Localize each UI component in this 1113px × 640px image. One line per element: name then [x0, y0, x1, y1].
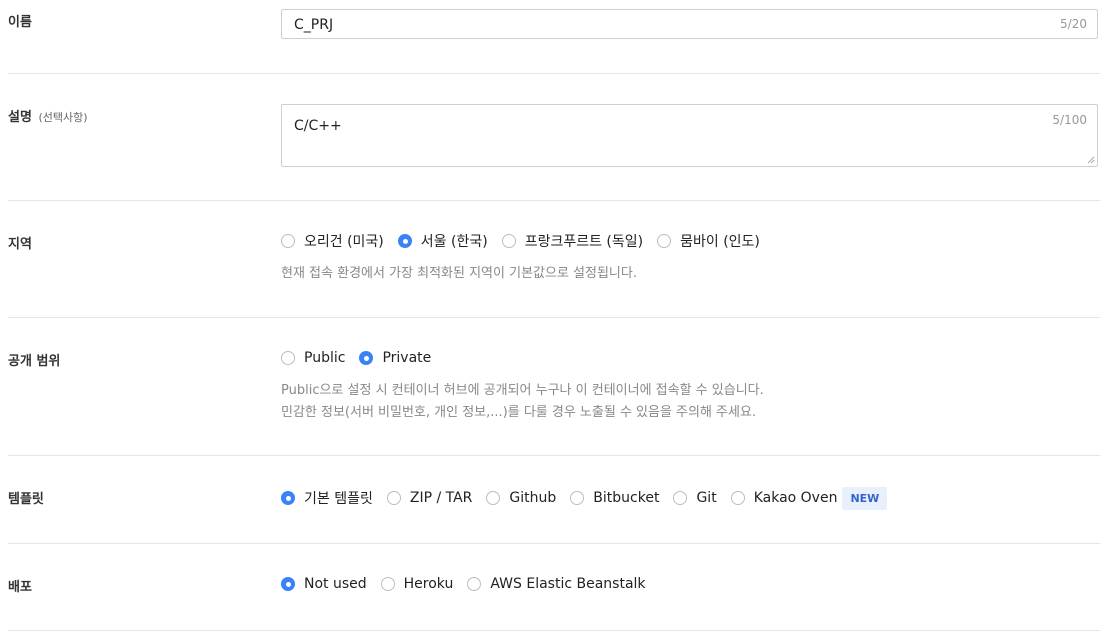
radio-unchecked-icon[interactable]: [673, 491, 688, 505]
description-textarea[interactable]: C/C++ 5/100: [281, 104, 1098, 167]
name-row: 이름 C_PRJ 5/20: [8, 0, 1100, 74]
deploy-option-label: Not used: [304, 576, 367, 592]
description-label-text: 설명: [8, 110, 32, 125]
template-option-label: Git: [696, 490, 717, 506]
description-value: C/C++: [294, 118, 342, 134]
deploy-radio-group: Not used Heroku AWS Elastic Beanstalk: [281, 573, 660, 595]
region-option-label: 뭄바이 (인도): [680, 234, 760, 250]
template-option-label: 기본 템플릿: [304, 491, 373, 507]
region-radio-group: 오리건 (미국) 서울 (한국) 프랑크푸르트 (독일) 뭄바이 (인도): [281, 230, 774, 252]
template-row: 템플릿 기본 템플릿 ZIP / TAR Github Bitbucket Gi…: [8, 456, 1100, 544]
deploy-option-not-used[interactable]: Not used: [281, 576, 367, 592]
region-row: 지역 오리건 (미국) 서울 (한국) 프랑크푸르트 (독일) 뭄바이 (인도)…: [8, 201, 1100, 318]
description-optional-tag: (선택사항): [38, 111, 88, 124]
region-label: 지역: [8, 237, 32, 252]
resize-handle-icon[interactable]: [1087, 156, 1095, 164]
region-option-frankfurt[interactable]: 프랑크푸르트 (독일): [501, 231, 644, 251]
visibility-option-public[interactable]: Public: [281, 350, 345, 366]
radio-unchecked-icon[interactable]: [467, 577, 482, 591]
radio-unchecked-icon[interactable]: [730, 491, 745, 505]
visibility-help-line-2: 민감한 정보(서버 비밀번호, 개인 정보,...)를 다룰 경우 노출될 수 …: [281, 405, 757, 420]
radio-unchecked-icon[interactable]: [281, 234, 295, 248]
template-option-kakao-oven[interactable]: Kakao Oven: [730, 490, 838, 506]
region-option-oregon[interactable]: 오리건 (미국): [281, 231, 384, 251]
visibility-label: 공개 범위: [8, 354, 61, 369]
region-option-seoul[interactable]: 서울 (한국): [397, 231, 488, 251]
name-input-value: C_PRJ: [294, 17, 334, 33]
radio-unchecked-icon[interactable]: [570, 491, 585, 505]
template-option-bitbucket[interactable]: Bitbucket: [570, 490, 659, 506]
template-label: 템플릿: [8, 492, 44, 507]
deploy-label: 배포: [8, 580, 32, 595]
description-char-counter: 5/100: [1052, 113, 1087, 127]
name-label: 이름: [8, 15, 32, 30]
visibility-option-private[interactable]: Private: [359, 350, 431, 366]
template-option-label: Github: [509, 490, 557, 506]
template-option-git[interactable]: Git: [673, 490, 717, 506]
name-input[interactable]: C_PRJ 5/20: [281, 9, 1098, 39]
description-label: 설명 (선택사항): [8, 106, 88, 125]
new-badge: NEW: [842, 486, 888, 510]
deploy-option-aws-beanstalk[interactable]: AWS Elastic Beanstalk: [467, 576, 646, 592]
deploy-option-heroku[interactable]: Heroku: [380, 576, 454, 592]
radio-unchecked-icon[interactable]: [486, 491, 501, 505]
radio-unchecked-icon[interactable]: [501, 234, 516, 248]
visibility-help-line-1: Public으로 설정 시 컨테이너 허브에 공개되어 누구나 이 컨테이너에 …: [281, 383, 764, 398]
deploy-row: 배포 Not used Heroku AWS Elastic Beanstalk: [8, 544, 1100, 631]
template-option-label: ZIP / TAR: [409, 490, 473, 506]
region-option-mumbai[interactable]: 뭄바이 (인도): [657, 231, 760, 251]
region-option-label: 서울 (한국): [420, 234, 488, 250]
radio-checked-icon[interactable]: [359, 351, 374, 365]
radio-checked-icon[interactable]: [281, 577, 295, 591]
radio-unchecked-icon[interactable]: [386, 491, 401, 505]
deploy-option-label: AWS Elastic Beanstalk: [490, 576, 646, 592]
radio-checked-icon[interactable]: [281, 491, 295, 505]
template-option-default[interactable]: 기본 템플릿: [281, 488, 373, 508]
template-radio-group: 기본 템플릿 ZIP / TAR Github Bitbucket Git Ka…: [281, 486, 888, 510]
template-option-zip-tar[interactable]: ZIP / TAR: [386, 490, 473, 506]
name-char-counter: 5/20: [1060, 17, 1087, 31]
deploy-option-label: Heroku: [403, 576, 454, 592]
region-help-text: 현재 접속 환경에서 가장 최적화된 지역이 기본값으로 설정됩니다.: [281, 266, 637, 281]
description-row: 설명 (선택사항) C/C++ 5/100: [8, 74, 1100, 201]
radio-checked-icon[interactable]: [397, 234, 412, 248]
visibility-option-label: Public: [304, 350, 346, 366]
template-option-github[interactable]: Github: [486, 490, 556, 506]
region-option-label: 오리건 (미국): [304, 234, 384, 250]
visibility-radio-group: Public Private: [281, 347, 764, 369]
radio-unchecked-icon[interactable]: [380, 577, 395, 591]
radio-unchecked-icon[interactable]: [657, 234, 672, 248]
template-option-label: Kakao Oven: [753, 490, 838, 506]
radio-unchecked-icon[interactable]: [281, 351, 295, 365]
visibility-row: 공개 범위 Public Private Public으로 설정 시 컨테이너 …: [8, 318, 1100, 456]
template-option-label: Bitbucket: [593, 490, 660, 506]
region-option-label: 프랑크푸르트 (독일): [524, 234, 644, 250]
visibility-option-label: Private: [382, 350, 432, 366]
